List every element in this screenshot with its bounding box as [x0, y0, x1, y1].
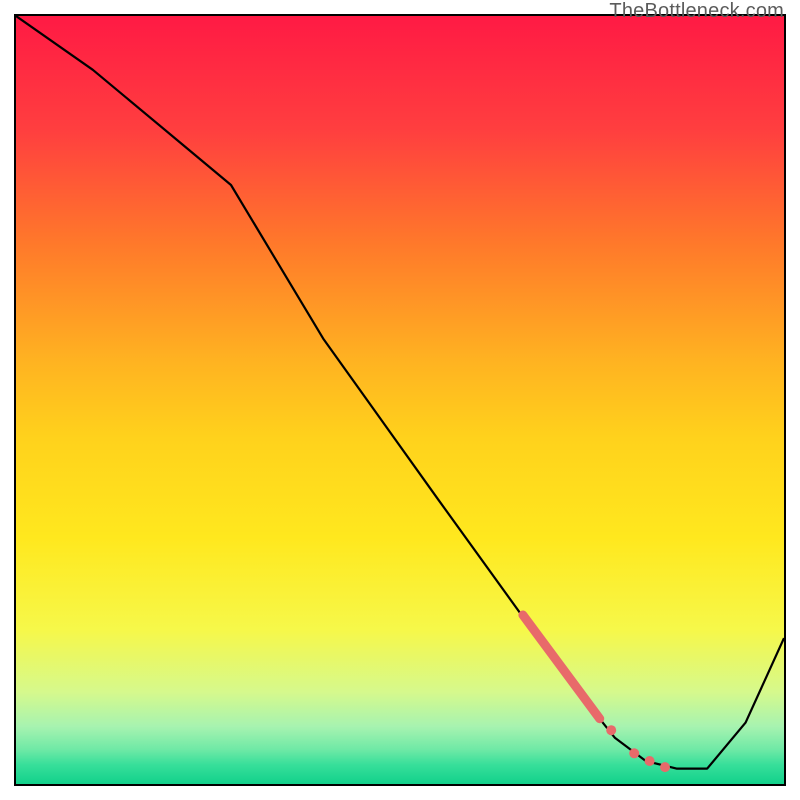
gradient-background: [16, 16, 784, 784]
watermark-text: TheBottleneck.com: [609, 0, 784, 23]
highlight-point-3: [660, 762, 670, 772]
highlight-point-2: [645, 756, 655, 766]
chart-frame: TheBottleneck.com: [0, 0, 800, 800]
plot-area: [14, 14, 786, 786]
chart-svg: [16, 16, 784, 784]
highlight-point-1: [629, 748, 639, 758]
highlight-point-0: [606, 725, 616, 735]
